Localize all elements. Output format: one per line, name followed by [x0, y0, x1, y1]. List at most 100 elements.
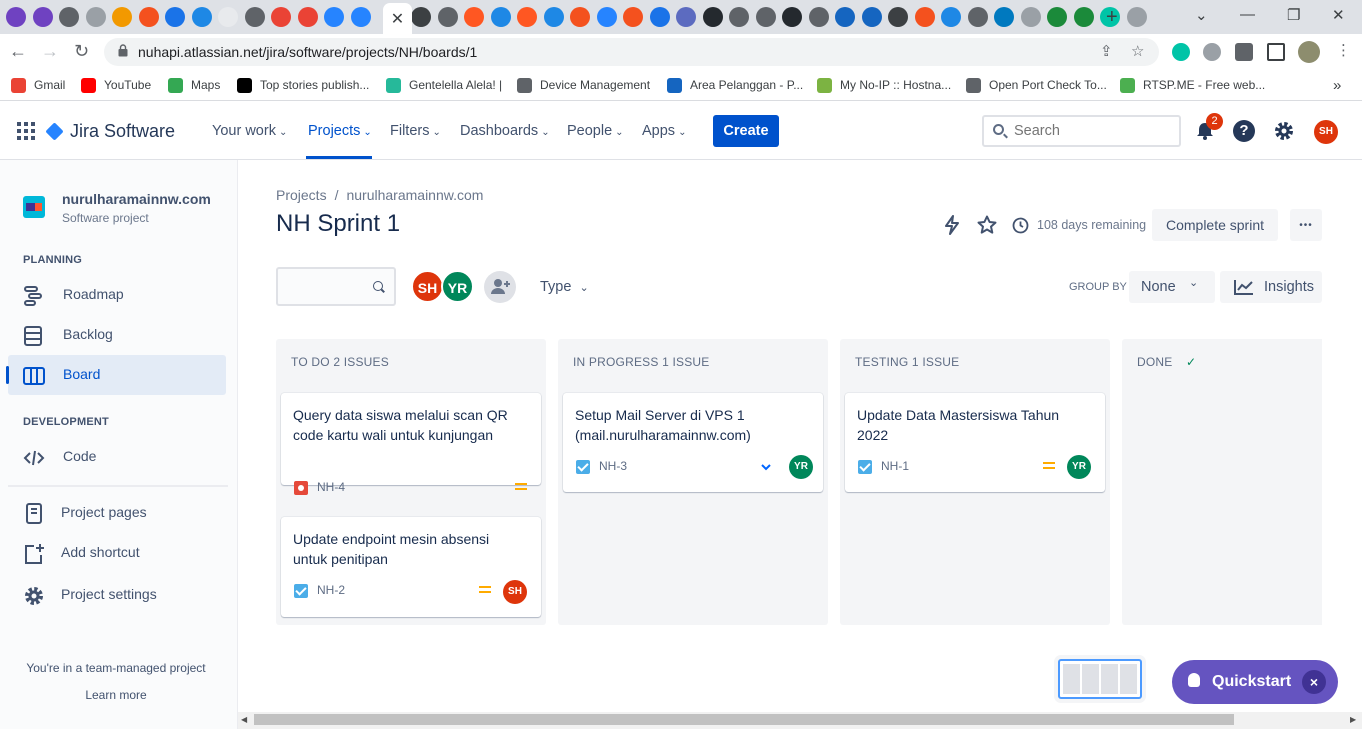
tab-favicon-icon[interactable]	[649, 7, 670, 27]
tab-favicon-icon[interactable]	[324, 7, 344, 27]
active-tab[interactable]: ✕	[383, 3, 412, 34]
issue-card[interactable]: Query data siswa melalui scan QR code ka…	[281, 393, 541, 495]
issue-key[interactable]: NH-3	[599, 459, 627, 473]
sidebar-item-project-pages[interactable]: Project pages	[8, 493, 226, 533]
tab-favicon-icon[interactable]	[244, 7, 265, 27]
filter-avatar-yr[interactable]: YR	[441, 270, 474, 303]
nav-your-work[interactable]: Your work ⌄	[212, 123, 287, 139]
share-icon[interactable]: ⇪	[1100, 42, 1113, 60]
tab-search-icon[interactable]: ⌄	[1195, 6, 1208, 24]
scroll-right-icon[interactable]: ▶	[1350, 715, 1356, 724]
tab-favicon-icon[interactable]	[729, 7, 749, 27]
bookmark-area-pelanggan[interactable]: Area Pelanggan - P...	[667, 77, 803, 93]
window-close-icon[interactable]: ✕	[1332, 6, 1345, 24]
tab-favicon-icon[interactable]	[835, 7, 855, 27]
assignee-avatar[interactable]: YR	[1067, 455, 1091, 479]
sidebar-item-project-settings[interactable]: Project settings	[8, 575, 226, 615]
breadcrumb-projects[interactable]: Projects	[276, 187, 327, 203]
side-panel-icon[interactable]	[1267, 43, 1285, 61]
tab-favicon-icon[interactable]	[490, 7, 511, 27]
learn-more-link[interactable]: Learn more	[0, 688, 232, 702]
tab-favicon-icon[interactable]	[914, 7, 935, 27]
tab-favicon-icon[interactable]	[350, 7, 371, 27]
tab-favicon-icon[interactable]	[967, 7, 988, 27]
board-search-input[interactable]	[276, 267, 396, 306]
extension-m-icon[interactable]	[1172, 43, 1190, 61]
nav-dashboards[interactable]: Dashboards ⌄	[460, 123, 550, 139]
tab-favicon-icon[interactable]	[112, 7, 132, 27]
filter-avatar-sh[interactable]: SH	[411, 270, 444, 303]
nav-filters[interactable]: Filters ⌄	[390, 123, 441, 139]
tab-favicon-icon[interactable]	[861, 7, 882, 27]
star-icon[interactable]	[977, 215, 997, 235]
tab-favicon-icon[interactable]	[755, 7, 776, 27]
minimize-icon[interactable]: —	[1240, 6, 1255, 23]
bookmark-rtsp[interactable]: RTSP.ME - Free web...	[1120, 77, 1265, 93]
tab-favicon-icon[interactable]	[165, 7, 185, 27]
tab-favicon-icon[interactable]	[1020, 7, 1041, 27]
issue-key[interactable]: NH-2	[317, 583, 345, 597]
tab-favicon-icon[interactable]	[59, 7, 79, 27]
bookmark-gentelella[interactable]: Gentelella Alela! |	[386, 77, 502, 93]
create-button[interactable]: Create	[713, 115, 779, 147]
search-input[interactable]	[1014, 123, 1164, 139]
sidebar-item-board[interactable]: Board	[6, 355, 226, 395]
assignee-avatar[interactable]: SH	[503, 580, 527, 604]
more-bookmarks-icon[interactable]: »	[1333, 77, 1341, 94]
sidebar-item-backlog[interactable]: Backlog	[8, 315, 226, 355]
issue-card[interactable]: Update Data Mastersiswa Tahun 2022 NH-1 …	[845, 393, 1105, 492]
scrollbar-thumb[interactable]	[254, 714, 1234, 725]
help-icon[interactable]: ?	[1233, 120, 1255, 142]
tab-favicon-icon[interactable]	[543, 7, 564, 27]
issue-key[interactable]: NH-4	[317, 480, 345, 494]
add-people-icon[interactable]	[483, 270, 517, 304]
tab-favicon-icon[interactable]	[1047, 7, 1067, 27]
group-by-dropdown[interactable]: None ⌄	[1129, 271, 1215, 303]
tab-favicon-icon[interactable]	[271, 7, 291, 27]
reload-icon[interactable]: ↻	[74, 41, 89, 62]
tab-favicon-icon[interactable]	[1126, 7, 1147, 27]
tab-favicon-icon[interactable]	[464, 7, 484, 27]
bookmark-star-icon[interactable]: ☆	[1131, 42, 1144, 60]
close-icon[interactable]: ✕	[391, 9, 404, 29]
forward-icon[interactable]: →	[41, 41, 59, 62]
jira-logo[interactable]: Jira Software	[45, 121, 175, 142]
sidebar-item-code[interactable]: Code	[8, 437, 226, 477]
tab-favicon-icon[interactable]	[218, 7, 238, 27]
tab-favicon-icon[interactable]	[138, 7, 159, 27]
bookmark-device-management[interactable]: Device Management	[517, 77, 650, 93]
more-actions-button[interactable]: •••	[1290, 209, 1322, 241]
tab-favicon-icon[interactable]	[676, 7, 696, 27]
quickstart-button[interactable]: Quickstart ×	[1172, 660, 1338, 704]
type-filter-dropdown[interactable]: Type ⌄	[540, 279, 589, 295]
close-icon[interactable]: ×	[1302, 670, 1326, 694]
tab-favicon-icon[interactable]	[941, 7, 961, 27]
tab-favicon-icon[interactable]	[6, 7, 26, 27]
project-name[interactable]: nurulharamainnw.com	[62, 191, 211, 207]
sidebar-item-roadmap[interactable]: Roadmap	[8, 275, 226, 315]
app-switcher-icon[interactable]	[17, 122, 35, 140]
new-tab-icon[interactable]: +	[1106, 6, 1118, 29]
tab-favicon-icon[interactable]	[297, 7, 318, 27]
bookmark-top-stories[interactable]: Top stories publish...	[237, 77, 369, 93]
board-minimap[interactable]	[1058, 659, 1142, 699]
settings-gear-icon[interactable]	[1273, 120, 1295, 142]
horizontal-scrollbar[interactable]: ◀ ▶	[238, 712, 1362, 729]
tab-favicon-icon[interactable]	[994, 7, 1014, 27]
tab-favicon-icon[interactable]	[570, 7, 590, 27]
tab-favicon-icon[interactable]	[191, 7, 212, 27]
address-bar[interactable]: nuhapi.atlassian.net/jira/software/proje…	[104, 38, 1159, 66]
tab-favicon-icon[interactable]	[1073, 7, 1094, 27]
bookmark-noip[interactable]: My No-IP :: Hostna...	[817, 77, 951, 93]
url-text[interactable]: nuhapi.atlassian.net/jira/software/proje…	[138, 44, 477, 60]
issue-card[interactable]: Update endpoint mesin absensi untuk peni…	[281, 517, 541, 617]
assignee-avatar[interactable]: YR	[789, 455, 813, 479]
bookmark-gmail[interactable]: Gmail	[11, 77, 65, 93]
tab-favicon-icon[interactable]	[702, 7, 723, 27]
nav-apps[interactable]: Apps ⌄	[642, 123, 686, 139]
tab-favicon-icon[interactable]	[623, 7, 643, 27]
tab-favicon-icon[interactable]	[85, 7, 106, 27]
sidebar-item-add-shortcut[interactable]: Add shortcut	[8, 533, 226, 573]
nav-projects[interactable]: Projects ⌄	[308, 123, 372, 139]
bookmark-youtube[interactable]: YouTube	[81, 77, 151, 93]
